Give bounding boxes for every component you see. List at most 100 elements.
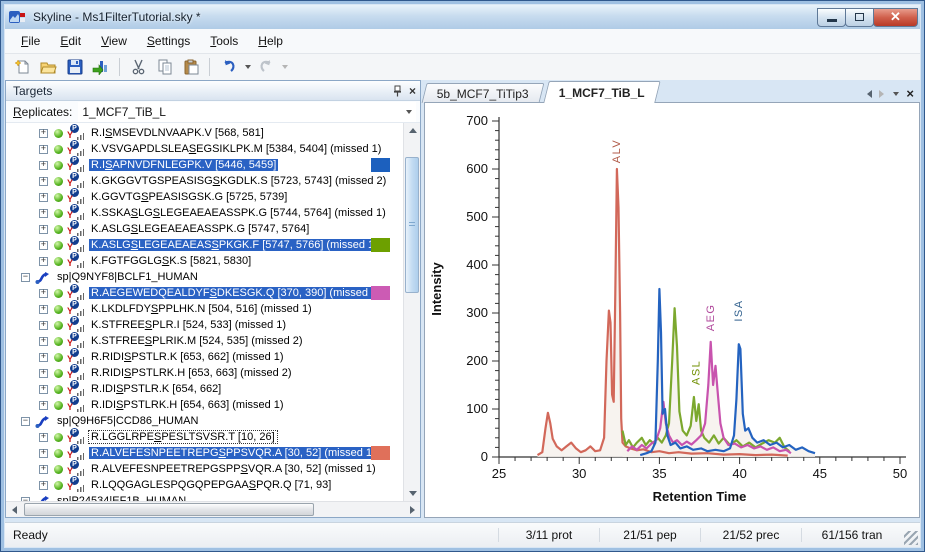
peptide-row[interactable]: +PYK.STFREESPLR.I [524, 533] (missed 1): [6, 317, 403, 333]
peptide-icon: PY: [67, 398, 84, 412]
status-dot-icon: [54, 289, 63, 298]
peptide-row[interactable]: +PYR.IDISPSTLR.K [654, 662]: [6, 381, 403, 397]
svg-text:25: 25: [492, 466, 506, 481]
menu-tools[interactable]: Tools: [200, 30, 248, 52]
peptide-row[interactable]: +PYR.ISAPNVDFNLEGPK.V [5446, 5459]: [6, 157, 403, 173]
peptide-row[interactable]: +PYR.ALVEFESNPEETREPGSPPSVQR.A [30, 52] …: [6, 461, 403, 477]
menu-edit[interactable]: Edit: [50, 30, 91, 52]
peptide-row[interactable]: +PYK.LKDLFDYSPPLHK.N [504, 516] (missed …: [6, 301, 403, 317]
pin-icon[interactable]: [392, 85, 403, 97]
prev-tab-icon[interactable]: [867, 90, 872, 98]
targets-panel-header[interactable]: Targets ×: [6, 81, 420, 101]
menu-help[interactable]: Help: [248, 30, 293, 52]
title-bar[interactable]: Skyline - Ms1FilterTutorial.sky * ✕: [5, 5, 920, 29]
undo-dropdown-arrow[interactable]: [245, 65, 251, 69]
peptide-row[interactable]: +PYR.AEGEWEDQEALDYFSDKESGK.Q [370, 390] …: [6, 285, 403, 301]
replicates-label: Replicates:: [13, 105, 72, 119]
copy-button[interactable]: [153, 56, 176, 78]
menu-settings[interactable]: Settings: [137, 30, 200, 52]
new-document-icon: [15, 59, 31, 75]
peptide-row[interactable]: +PYK.STFREESPLRIK.M [524, 535] (missed 2…: [6, 333, 403, 349]
undo-button[interactable]: [217, 56, 240, 78]
tree-horizontal-scrollbar[interactable]: [6, 501, 420, 517]
scroll-left-arrow[interactable]: [6, 502, 22, 517]
peptide-row[interactable]: +PYK.SSKASLGSLEGEAEAEASSPK.G [5744, 5764…: [6, 205, 403, 221]
expand-icon: +: [39, 465, 48, 474]
svg-text:600: 600: [466, 161, 488, 176]
tab-5b_MCF7_TiTip3[interactable]: 5b_MCF7_TiTip3: [422, 83, 545, 103]
series-ISA: [640, 289, 815, 455]
new-document-button[interactable]: [11, 56, 34, 78]
peptide-row[interactable]: +PYK.FGTFGGLGSK.S [5821, 5830]: [6, 253, 403, 269]
peptide-row[interactable]: +PYR.RIDISPSTLRK.H [653, 663] (missed 2): [6, 365, 403, 381]
cut-scissors-icon: [131, 59, 146, 75]
redo-dropdown-arrow[interactable]: [282, 65, 288, 69]
expand-icon: +: [39, 305, 48, 314]
svg-text:Intensity: Intensity: [429, 262, 444, 316]
svg-text:500: 500: [466, 209, 488, 224]
panel-close-icon[interactable]: ×: [409, 84, 416, 98]
peak-label-ISA: ISA: [733, 299, 745, 321]
scroll-down-arrow[interactable]: [405, 486, 420, 501]
expand-icon: +: [39, 193, 48, 202]
peptide-row[interactable]: +PYR.ISMSEVDLNVAAPK.V [568, 581]: [6, 125, 403, 141]
peptide-row[interactable]: +PYR.IDISPSTLRK.H [654, 663] (missed 1): [6, 397, 403, 413]
sequence-text: R.LGGLRPESPESLTSVSR.T [10, 26]: [89, 431, 277, 443]
svg-text:100: 100: [466, 401, 488, 416]
cut-button[interactable]: [127, 56, 150, 78]
peptide-row[interactable]: +PYR.LQQGAGLESPQGQPEPGAASPQR.Q [71, 93]: [6, 477, 403, 493]
client-area: Targets × Replicates: 1_MCF7_TiB_L: [5, 80, 920, 518]
peptide-icon: PY: [67, 334, 84, 348]
peptide-row[interactable]: +PYK.VSVGAPDLSLEASEGSIKLPK.M [5384, 5404…: [6, 141, 403, 157]
close-icon: ✕: [890, 9, 901, 25]
protein-row[interactable]: −sp|Q9H6F5|CCD86_HUMAN: [6, 413, 403, 429]
import-results-button[interactable]: [89, 56, 112, 78]
peptide-row[interactable]: +PYR.ALVEFESNPEETREPGSPPSVQR.A [30, 52] …: [6, 445, 403, 461]
peptide-row[interactable]: +PYR.LGGLRPESPESLTSVSR.T [10, 26]: [6, 429, 403, 445]
status-dot-icon: [54, 241, 63, 250]
minimize-button[interactable]: [817, 8, 846, 27]
chromatogram-chart[interactable]: 0100200300400500600700253035404550Intens…: [424, 102, 920, 518]
replicates-dropdown[interactable]: 1_MCF7_TiB_L: [78, 102, 416, 122]
menu-view[interactable]: View: [91, 30, 137, 52]
resize-grip[interactable]: [904, 531, 918, 545]
vertical-scroll-thumb[interactable]: [405, 157, 419, 293]
restore-button[interactable]: [845, 8, 874, 27]
peptide-row[interactable]: +PYK.GKGGVTGSPEASISGSKGDLK.S [5723, 5743…: [6, 173, 403, 189]
status-dot-icon: [54, 193, 63, 202]
scroll-right-arrow[interactable]: [404, 502, 420, 517]
peptide-row[interactable]: +PYK.ASLGSLEGEAEAEASSPK.G [5747, 5764]: [6, 221, 403, 237]
tab-1_MCF7_TiB_L[interactable]: 1_MCF7_TiB_L: [543, 81, 660, 103]
paste-button[interactable]: [179, 56, 202, 78]
scroll-up-arrow[interactable]: [405, 123, 420, 138]
horizontal-scroll-thumb[interactable]: [24, 503, 314, 516]
svg-text:40: 40: [732, 466, 746, 481]
close-button[interactable]: ✕: [873, 8, 918, 27]
status-dot-icon: [54, 337, 63, 346]
protein-row[interactable]: −sp|P24534|EF1B_HUMAN: [6, 493, 403, 501]
peptide-row[interactable]: +PYK.ASLGSLEGEAEAEASSPKGK.F [5747, 5766]…: [6, 237, 403, 253]
open-button[interactable]: [37, 56, 60, 78]
svg-text:45: 45: [813, 466, 827, 481]
protein-icon: [35, 415, 50, 428]
status-dot-icon: [54, 145, 63, 154]
redo-button[interactable]: [254, 56, 277, 78]
status-transition-count: 61/156 tran: [801, 528, 902, 542]
paste-icon: [183, 59, 199, 75]
close-graph-icon[interactable]: ×: [906, 89, 914, 99]
peptide-icon: PY: [67, 158, 84, 172]
expand-icon: +: [39, 209, 48, 218]
peptide-row[interactable]: +PYK.GGVTGSPEASISGSK.G [5725, 5739]: [6, 189, 403, 205]
tree-vertical-scrollbar[interactable]: [403, 123, 420, 501]
expand-icon: +: [39, 225, 48, 234]
skyline-window: Skyline - Ms1FilterTutorial.sky * ✕ File…: [0, 0, 925, 552]
sequence-text: R.IDISPSTLRK.H [654, 663] (missed 1): [89, 399, 286, 411]
menu-file[interactable]: File: [11, 30, 50, 52]
tab-menu-icon[interactable]: [893, 92, 899, 96]
protein-row[interactable]: −sp|Q9NYF8|BCLF1_HUMAN: [6, 269, 403, 285]
next-tab-icon[interactable]: [879, 90, 884, 98]
save-button[interactable]: [63, 56, 86, 78]
expand-icon: +: [39, 241, 48, 250]
sequence-text: K.ASLGSLEGEAEAEASSPK.G [5747, 5764]: [89, 223, 311, 235]
peptide-row[interactable]: +PYR.RIDISPSTLR.K [653, 662] (missed 1): [6, 349, 403, 365]
